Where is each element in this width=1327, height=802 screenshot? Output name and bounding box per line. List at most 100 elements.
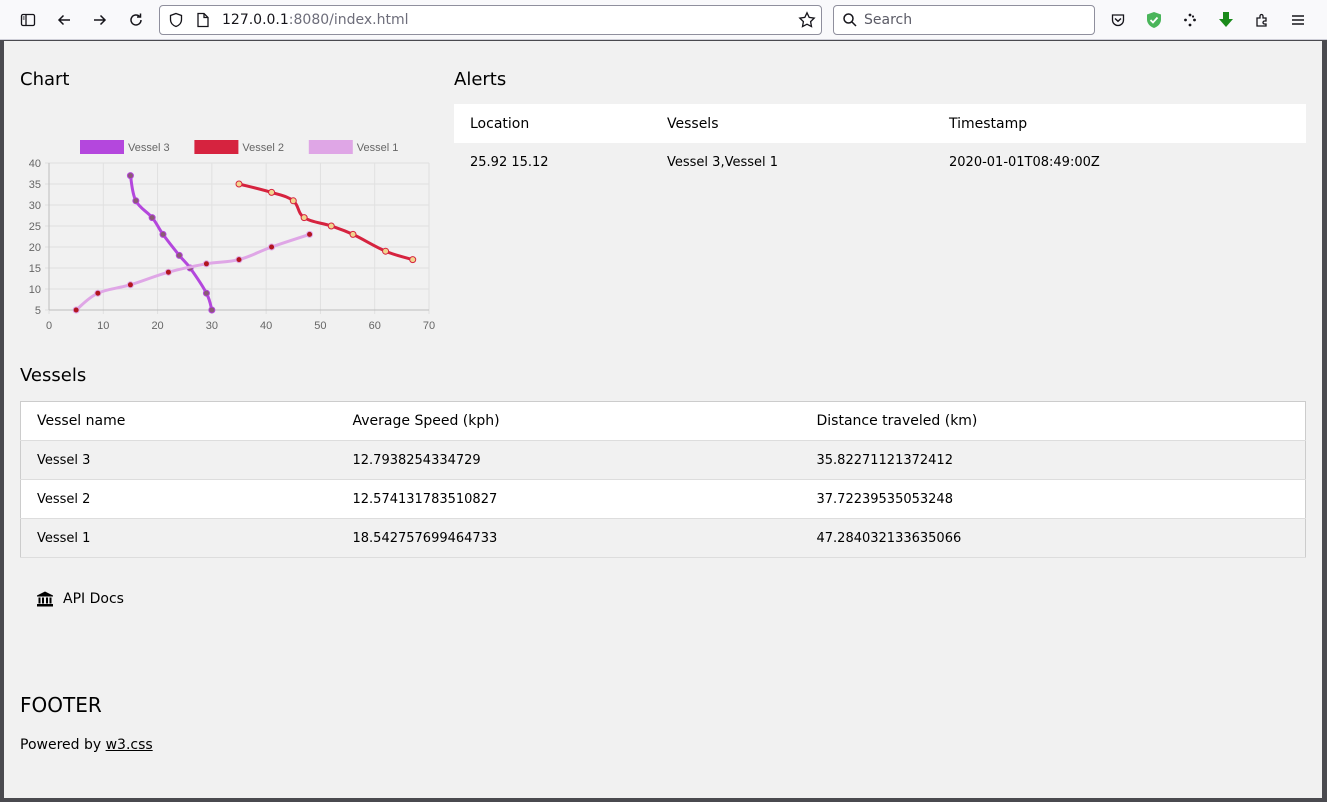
data-point <box>306 230 314 238</box>
table-row: Vessel 3 12.7938254334729 35.82271121372… <box>20 440 1306 480</box>
alerts-header-vessels: Vessels <box>651 104 933 143</box>
alerts-header-location: Location <box>454 104 651 143</box>
alerts-header-timestamp: Timestamp <box>933 104 1306 143</box>
data-point <box>235 256 243 264</box>
api-docs-label: API Docs <box>63 591 124 607</box>
download-button[interactable] <box>1210 4 1242 36</box>
shield-icon <box>169 12 183 28</box>
y-tick-label: 20 <box>29 242 41 254</box>
page-content: Chart 5 10 15 20 25 30 35 40 0 10 20 30 40 50 60 70 Vess… <box>4 41 1322 798</box>
alerts-table: Location Vessels Timestamp 25.92 15.12 V… <box>454 104 1306 182</box>
vessel-speed: 12.7938254334729 <box>336 440 801 480</box>
legend-swatch <box>194 140 239 154</box>
api-docs-link[interactable]: API Docs <box>36 591 124 607</box>
x-tick-label: 10 <box>97 320 109 332</box>
data-point <box>268 188 276 196</box>
x-tick-label: 40 <box>260 320 272 332</box>
data-point <box>202 289 210 297</box>
data-point <box>148 214 156 222</box>
pocket-icon <box>1111 14 1125 27</box>
x-tick-label: 60 <box>369 320 381 332</box>
x-tick-label: 50 <box>314 320 326 332</box>
vessel-speed: 18.542757699464733 <box>336 518 801 558</box>
reload-button[interactable] <box>120 4 152 36</box>
alerts-title: Alerts <box>454 69 507 90</box>
alerts-row: 25.92 15.12 Vessel 3,Vessel 1 2020-01-01… <box>454 143 1306 182</box>
alert-timestamp: 2020-01-01T08:49:00Z <box>949 155 1100 170</box>
data-point <box>126 172 134 180</box>
x-tick-label: 30 <box>206 320 218 332</box>
y-tick-label: 5 <box>35 305 41 317</box>
y-tick-label: 10 <box>29 284 41 296</box>
vessel-name: Vessel 3 <box>20 440 337 480</box>
vessels-title: Vessels <box>20 365 87 386</box>
url-path: :8080/index.html <box>288 12 409 28</box>
vessels-header-name: Vessel name <box>20 401 337 441</box>
y-tick-label: 15 <box>29 263 41 275</box>
data-point <box>235 180 243 188</box>
star-icon[interactable] <box>798 11 816 29</box>
legend-label: Vessel 2 <box>242 142 284 154</box>
arrow-right-icon <box>94 14 107 26</box>
dots-icon <box>1184 13 1196 27</box>
legend-swatch <box>308 140 353 154</box>
vessels-header-distance: Distance traveled (km) <box>800 401 1306 441</box>
url-bar[interactable]: 127.0.0.1:8080/index.html <box>159 5 822 35</box>
data-point <box>289 197 297 205</box>
footer-title: FOOTER <box>20 693 102 717</box>
vessel-name: Vessel 2 <box>20 479 337 519</box>
back-button[interactable] <box>48 4 80 36</box>
vessel-speed: 12.574131783510827 <box>336 479 801 519</box>
data-point <box>327 222 335 230</box>
data-point <box>175 251 183 259</box>
adblock-extension-button[interactable] <box>1138 4 1170 36</box>
alerts-header-row: Location Vessels Timestamp <box>454 104 1306 143</box>
puzzle-icon <box>1256 13 1267 27</box>
arrow-left-icon <box>57 14 70 26</box>
data-point <box>349 230 357 238</box>
y-tick-label: 40 <box>29 158 41 170</box>
menu-button[interactable] <box>1282 4 1314 36</box>
data-point <box>202 260 210 268</box>
table-row: Vessel 2 12.574131783510827 37.722395350… <box>20 479 1306 519</box>
search-bar[interactable]: Search <box>833 5 1095 35</box>
footer-text: Powered by w3.css <box>20 737 153 753</box>
w3css-link[interactable]: w3.css <box>106 737 153 753</box>
vessel-distance: 35.82271121372412 <box>800 440 1306 480</box>
x-tick-label: 20 <box>151 320 163 332</box>
legend-label: Vessel 3 <box>128 142 170 154</box>
legend-label: Vessel 1 <box>357 142 399 154</box>
vessels-table: Vessel name Average Speed (kph) Distance… <box>20 401 1306 558</box>
sidebar-toggle-button[interactable] <box>12 4 44 36</box>
table-row: Vessel 1 18.542757699464733 47.284032133… <box>20 518 1306 558</box>
data-point <box>72 306 80 314</box>
hamburger-icon <box>1292 15 1304 25</box>
data-point <box>164 268 172 276</box>
forward-button[interactable] <box>84 4 116 36</box>
dots-extension-button[interactable] <box>1174 4 1206 36</box>
y-tick-label: 30 <box>29 200 41 212</box>
data-point <box>208 306 216 314</box>
extensions-button[interactable] <box>1246 4 1278 36</box>
chart-title: Chart <box>20 69 70 90</box>
download-arrow-icon <box>1219 12 1233 27</box>
page-icon <box>197 12 209 28</box>
x-tick-label: 0 <box>46 320 52 332</box>
bank-icon <box>37 591 53 607</box>
data-point <box>409 256 417 264</box>
data-point <box>126 281 134 289</box>
data-point <box>268 243 276 251</box>
powered-by-text: Powered by <box>20 737 106 753</box>
alert-location: 25.92 15.12 <box>470 155 549 170</box>
alert-vessels: Vessel 3,Vessel 1 <box>667 155 779 170</box>
vessel-chart: 5 10 15 20 25 30 35 40 0 10 20 30 40 50 60 70 Vessel 3 Ve… <box>29 140 435 332</box>
data-point <box>132 197 140 205</box>
reload-icon <box>130 13 142 26</box>
vessel-distance: 37.72239535053248 <box>800 479 1306 519</box>
vessels-header-speed: Average Speed (kph) <box>336 401 801 441</box>
shield-check-icon <box>1147 12 1161 28</box>
data-point <box>300 214 308 222</box>
pocket-button[interactable] <box>1102 4 1134 36</box>
data-point <box>94 289 102 297</box>
search-placeholder: Search <box>864 12 913 28</box>
